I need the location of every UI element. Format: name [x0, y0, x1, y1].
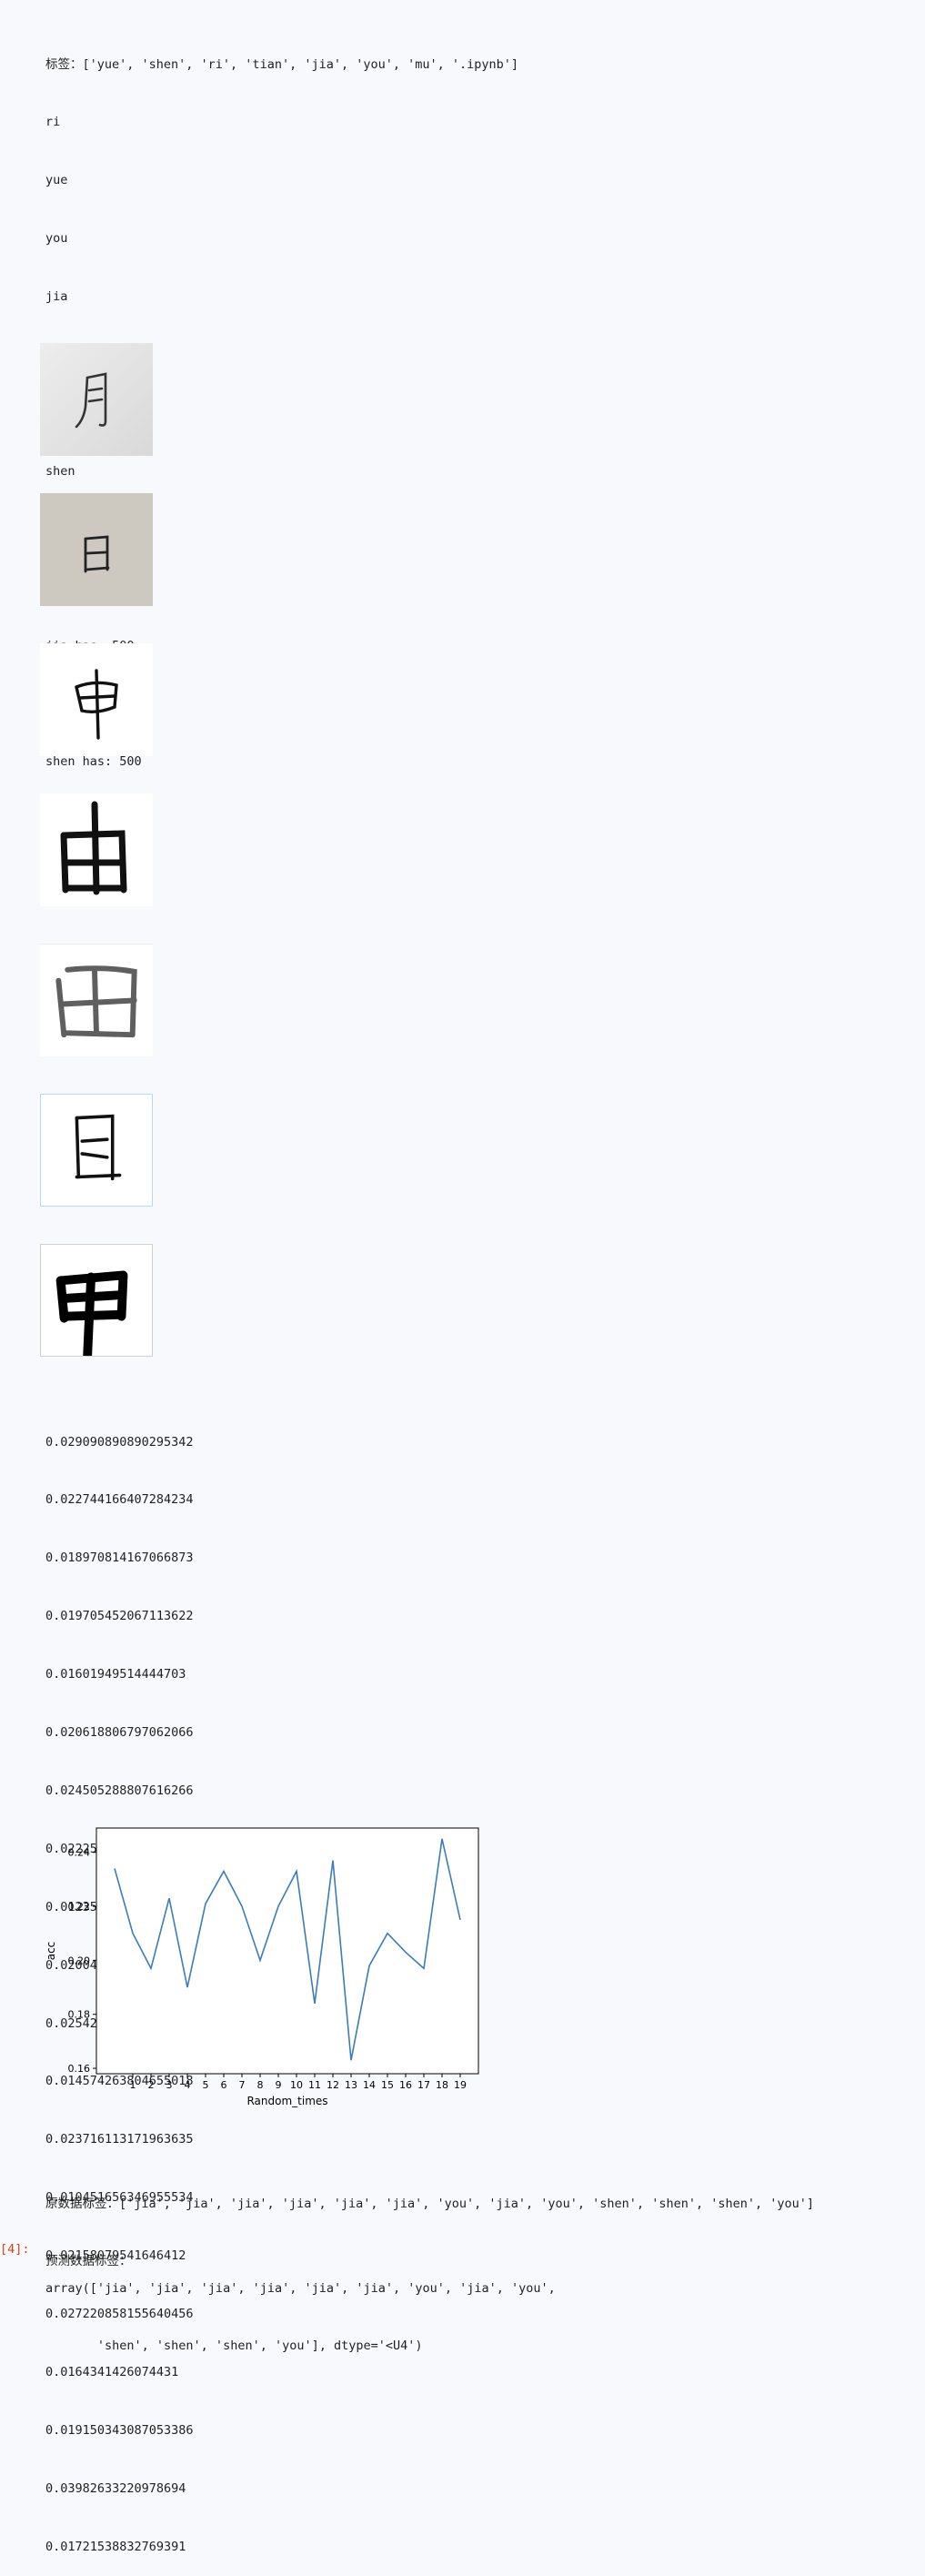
output-line: 0.019150343087053386 — [45, 2422, 194, 2438]
x-tick-label: 19 — [454, 2079, 467, 2091]
character-image-shen — [40, 643, 153, 756]
y-tick-label: 0.24 — [68, 1847, 91, 1859]
character-image-mu — [40, 1094, 153, 1207]
output-line: shen — [45, 463, 75, 479]
original-labels-line: 原数据标签：['jia', 'jia', 'jia', 'jia', 'jia'… — [45, 2196, 815, 2211]
x-tick-label: 5 — [203, 2079, 209, 2091]
x-tick-label: 14 — [363, 2079, 376, 2091]
x-tick-label: 2 — [148, 2079, 155, 2091]
output-line: 0.024505288807616266 — [45, 1783, 194, 1798]
y-tick-label: 0.16 — [68, 2063, 91, 2075]
y-tick-label: 0.20 — [68, 1955, 91, 1966]
character-image-you — [40, 793, 153, 906]
output-line: jia — [45, 289, 68, 305]
x-tick-label: 4 — [185, 2079, 191, 2091]
output-line: 0.03982633220978694 — [45, 2480, 186, 2496]
x-tick-label: 8 — [257, 2079, 264, 2091]
output-array: array(['jia', 'jia', 'jia', 'jia', 'jia'… — [45, 2240, 556, 2376]
x-tick-label: 3 — [166, 2079, 173, 2091]
character-image-yue — [40, 343, 153, 456]
x-tick-label: 12 — [327, 2079, 339, 2091]
output-line: 0.029090890890295342 — [45, 1434, 194, 1450]
output-line: yue — [45, 173, 68, 188]
output-line: 0.01601949514444703 — [45, 1667, 186, 1682]
output-line: 0.019705452067113622 — [45, 1609, 194, 1624]
x-tick-label: 7 — [239, 2079, 246, 2091]
x-tick-label: 15 — [381, 2079, 394, 2091]
character-image-tian — [40, 944, 153, 1056]
array-line: 'shen', 'shen', 'shen', 'you'], dtype='<… — [45, 2339, 423, 2354]
output-text-labels: 标签：['yue', 'shen', 'ri', 'tian', 'jia', … — [45, 16, 518, 908]
y-tick-label: 0.18 — [68, 2009, 91, 2021]
output-prompt: [4]: — [0, 2242, 30, 2257]
output-line: 0.023716113171963635 — [45, 2132, 194, 2147]
x-tick-label: 1 — [130, 2079, 136, 2091]
output-line: 0.01721538832769391 — [45, 2539, 186, 2554]
character-image-jia — [40, 1244, 153, 1357]
output-line: 0.022744166407284234 — [45, 1492, 194, 1508]
x-tick-label: 18 — [436, 2079, 448, 2091]
character-image-ri — [40, 493, 153, 606]
x-tick-label: 16 — [399, 2079, 412, 2091]
x-axis-label: Random_times — [246, 2095, 327, 2107]
x-tick-label: 10 — [290, 2079, 303, 2091]
array-line: array(['jia', 'jia', 'jia', 'jia', 'jia'… — [45, 2280, 556, 2296]
output-line: 标签：['yue', 'shen', 'ri', 'tian', 'jia', … — [45, 56, 519, 72]
output-line: 0.018970814167066873 — [45, 1551, 194, 1566]
chart-svg: 1 2 3 4 5 6 7 8 9 10 11 12 13 14 15 16 17 18 190.160.180.2… — [45, 1827, 479, 2107]
output-line: 0.020618806797062066 — [45, 1725, 194, 1741]
x-tick-label: 9 — [276, 2079, 282, 2091]
y-axis-label: acc — [45, 1942, 57, 1961]
x-tick-label: 6 — [221, 2079, 227, 2091]
accuracy-line-chart: 1 2 3 4 5 6 7 8 9 10 11 12 13 14 15 16 17 18 19 0.16 0.18 0.2… — [36, 1815, 491, 2120]
x-tick-label: 17 — [417, 2079, 430, 2091]
x-tick-label: 11 — [308, 2079, 321, 2091]
plot-area — [96, 1827, 479, 2075]
output-line: ri — [45, 115, 61, 130]
x-tick-label: 13 — [345, 2079, 357, 2091]
y-tick-label: 0.22 — [68, 1901, 91, 1913]
output-line: you — [45, 231, 68, 247]
